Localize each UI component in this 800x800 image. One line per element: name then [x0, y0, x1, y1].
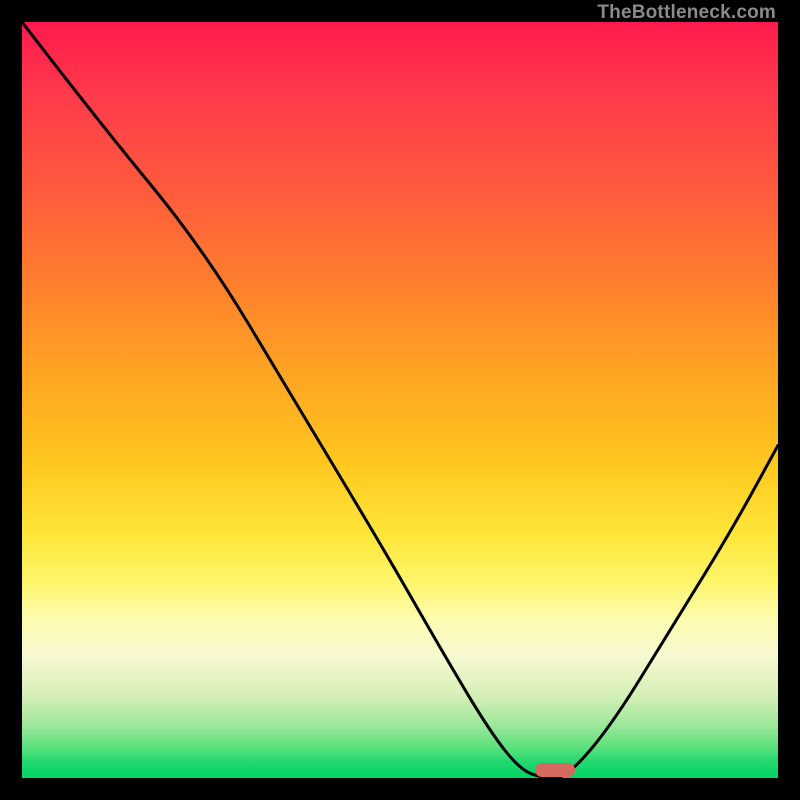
chart-frame: TheBottleneck.com [0, 0, 800, 800]
plot-area [22, 22, 778, 778]
watermark-text: TheBottleneck.com [597, 2, 776, 24]
curve-path [22, 22, 778, 778]
bottleneck-curve [22, 22, 778, 778]
optimum-marker [535, 763, 575, 777]
